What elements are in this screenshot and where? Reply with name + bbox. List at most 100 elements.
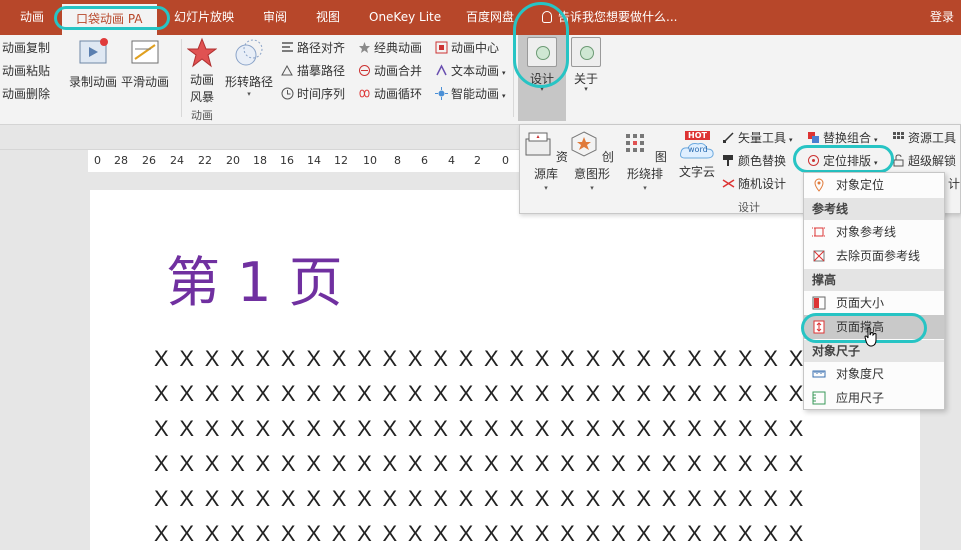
horizontal-ruler: 0 28 26 24 22 20 18 16 14 12 10 8 6 4 2 … xyxy=(88,150,528,172)
about-button[interactable]: 关于 ▾ xyxy=(568,35,604,121)
merge-icon xyxy=(359,65,370,76)
ribbon-separator xyxy=(181,39,182,117)
tab-review[interactable]: 审阅 xyxy=(263,0,287,35)
login-button[interactable]: 登录 xyxy=(930,0,954,35)
path-align-button[interactable]: 路径对齐 xyxy=(281,39,345,56)
pin-icon xyxy=(814,178,824,192)
guides-icon xyxy=(812,227,826,237)
design-icon xyxy=(527,37,557,67)
slide-title[interactable]: 第 1 页 xyxy=(166,238,343,317)
menu-header-guides: 参考线 xyxy=(804,198,944,220)
ruler-tick: 4 xyxy=(448,154,455,167)
grid-icon xyxy=(626,134,645,152)
slide-text-row[interactable]: X X X X X X X X X X X X X X X X X X X X … xyxy=(154,451,806,477)
tab-slideshow[interactable]: 幻灯片放映 xyxy=(174,0,234,35)
smooth-label: 平滑动画 xyxy=(120,75,169,89)
ruler-tick: 24 xyxy=(170,154,184,167)
menu-header-stretch: 撑高 xyxy=(804,269,944,291)
slide-text-row[interactable]: X X X X X X X X X X X X X X X X X X X X … xyxy=(154,381,806,407)
tell-me-text: 告诉我您想要做什么... xyxy=(558,10,678,24)
smooth-animation-icon xyxy=(131,40,159,64)
hand-cursor-icon xyxy=(864,327,877,347)
random-design-button[interactable]: 随机设计 xyxy=(722,175,786,192)
menu-item-object-position[interactable]: 对象定位 xyxy=(804,173,944,197)
menu-item-apply-ruler[interactable]: 应用尺子 xyxy=(804,386,944,410)
sketch-path-button[interactable]: 描摹路径 xyxy=(281,62,345,79)
super-unlock-button[interactable]: 超级解锁 xyxy=(892,152,956,169)
text-animation-button[interactable]: 文本动画 ▾ xyxy=(435,62,506,79)
library-icon xyxy=(525,132,551,156)
star-burst-icon xyxy=(187,37,217,68)
ruler-tick: 16 xyxy=(280,154,294,167)
record-animation-button[interactable]: 录制动画 xyxy=(69,37,117,90)
creative-caret-icon: ▾ xyxy=(590,184,594,192)
anim-paste-button[interactable]: 动画粘贴 xyxy=(2,62,50,79)
menu-item-object-guides[interactable]: 对象参考线 xyxy=(804,220,944,244)
animation-loop-button[interactable]: 动画循环 xyxy=(358,85,422,102)
sketch-path-label: 描摹路径 xyxy=(297,64,346,78)
object-position-label: 对象定位 xyxy=(836,178,885,192)
ruler-tick: 8 xyxy=(394,154,401,167)
text-anim-label: 文本动画 xyxy=(451,64,500,78)
slide-text-row[interactable]: X X X X X X X X X X X X X X X X X X X X … xyxy=(154,486,806,512)
center-label: 动画中心 xyxy=(451,41,500,55)
menu-item-remove-guides[interactable]: 去除页面参考线 xyxy=(804,244,944,268)
classic-label: 经典动画 xyxy=(374,41,423,55)
resource-library-button[interactable]: 资源库 ▾ xyxy=(522,131,570,192)
animation-group-label: 动画 xyxy=(191,109,213,122)
apply-ruler-label: 应用尺子 xyxy=(836,391,885,405)
lightbulb-icon xyxy=(542,11,552,23)
ruler-tick: 0 xyxy=(502,154,509,167)
animation-merge-button[interactable]: 动画合并 xyxy=(358,62,422,79)
tab-view[interactable]: 视图 xyxy=(316,0,340,35)
vector-label: 矢量工具 xyxy=(738,131,787,145)
slide-text-row[interactable]: X X X X X X X X X X X X X X X X X X X X … xyxy=(154,521,806,547)
tab-onekey-lite[interactable]: OneKey Lite xyxy=(369,0,441,35)
merge-label: 动画合并 xyxy=(374,64,423,78)
classic-star-icon xyxy=(359,42,370,53)
anim-copy-button[interactable]: 动画复制 xyxy=(2,39,50,56)
word-badge: word xyxy=(688,145,708,154)
animation-center-button[interactable]: 动画中心 xyxy=(435,39,499,56)
center-icon xyxy=(435,41,448,54)
vector-caret-icon: ▾ xyxy=(789,136,793,144)
ruler-icon xyxy=(812,370,826,378)
classic-animation-button[interactable]: 经典动画 xyxy=(358,39,422,56)
loop-icon xyxy=(359,89,370,98)
morph-label: 形转路径 xyxy=(224,75,273,89)
resource-tool-button[interactable]: 资源工具 xyxy=(892,129,956,146)
timeline-button[interactable]: 时间序列 xyxy=(281,85,345,102)
position-layout-button[interactable]: 定位排版 ▾ xyxy=(807,152,878,169)
morph-path-button[interactable]: 形转路径 ▾ xyxy=(224,37,274,98)
anim-delete-button[interactable]: 动画删除 xyxy=(2,85,50,102)
tell-me-box[interactable]: 告诉我您想要做什么... xyxy=(542,0,677,35)
tab-baidu-netdisk[interactable]: 百度网盘 xyxy=(466,0,514,35)
tab-animation[interactable]: 动画 xyxy=(20,0,44,35)
word-cloud-button[interactable]: HOT word 文字云 xyxy=(673,131,721,180)
animation-storm-button[interactable]: 动画 风暴 xyxy=(186,37,218,105)
object-ruler-label: 对象度尺 xyxy=(836,367,885,381)
object-guides-label: 对象参考线 xyxy=(836,225,897,239)
smart-animation-button[interactable]: 智能动画 ▾ xyxy=(435,85,506,102)
replace-combo-button[interactable]: 替换组合 ▾ xyxy=(807,129,878,146)
smooth-animation-button[interactable]: 平滑动画 xyxy=(120,37,170,90)
text-anim-icon xyxy=(436,64,447,76)
ruler-tick: 2 xyxy=(474,154,481,167)
replace-combo-label: 替换组合 xyxy=(823,131,872,145)
shape-wrap-button[interactable]: 图形绕排 ▾ xyxy=(621,131,669,192)
remove-guides-icon xyxy=(813,250,825,262)
color-replace-button[interactable]: 颜色替换 xyxy=(722,152,786,169)
slide-text-row[interactable]: X X X X X X X X X X X X X X X X X X X X … xyxy=(154,346,806,372)
menu-item-object-ruler[interactable]: 对象度尺 xyxy=(804,362,944,386)
tab-pocket-animation[interactable]: 口袋动画 PA xyxy=(62,4,157,35)
color-replace-label: 颜色替换 xyxy=(738,154,787,168)
menu-item-page-size[interactable]: 页面大小 xyxy=(804,291,944,315)
design-button[interactable]: 设计 ▾ xyxy=(518,35,566,121)
vector-tool-button[interactable]: 矢量工具 ▾ xyxy=(722,129,793,146)
slide[interactable]: 第 1 页 X X X X X X X X X X X X X X X X X … xyxy=(90,190,920,550)
clock-icon xyxy=(281,87,294,100)
smart-anim-caret-icon: ▾ xyxy=(502,92,506,100)
storm-label-1: 动画 xyxy=(189,73,214,87)
creative-shape-button[interactable]: 创意图形 ▾ xyxy=(568,131,616,192)
slide-text-row[interactable]: X X X X X X X X X X X X X X X X X X X X … xyxy=(154,416,806,442)
